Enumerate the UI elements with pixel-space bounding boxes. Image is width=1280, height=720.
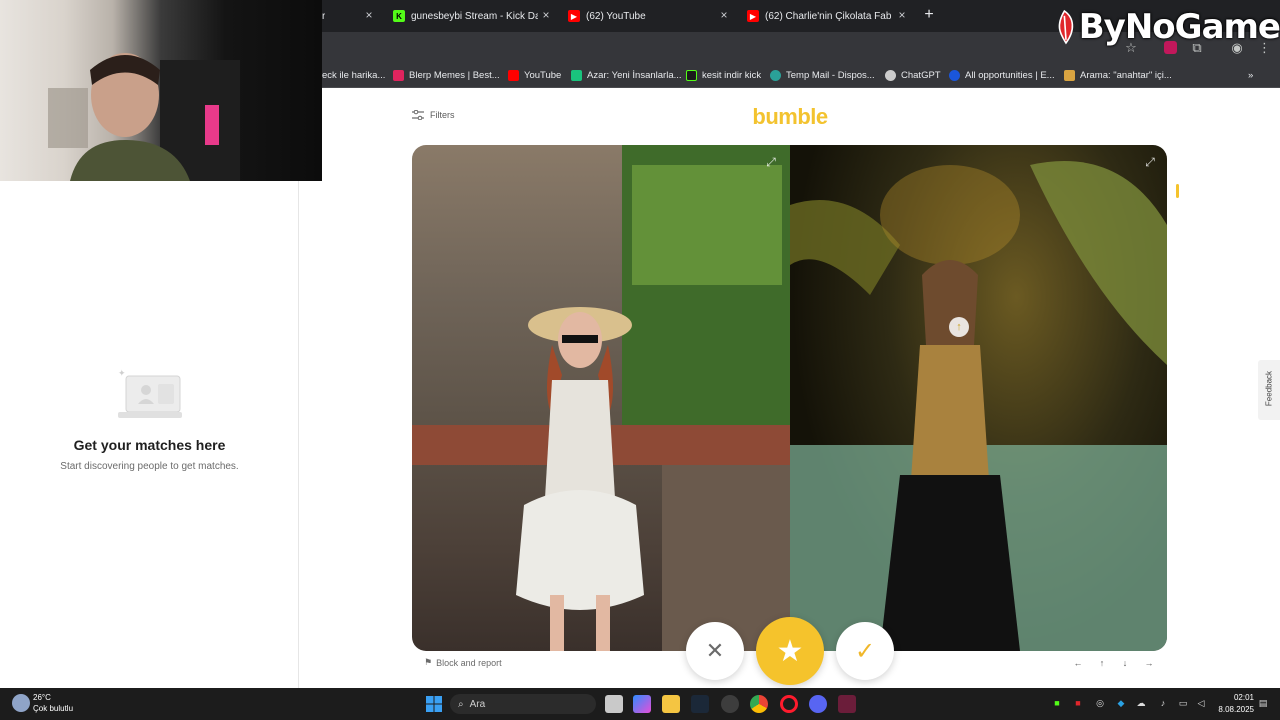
arrow-up-icon: ↑: [1099, 658, 1105, 668]
arrow-down-icon: ↓: [1122, 658, 1128, 668]
webcam-overlay: [0, 0, 322, 181]
close-icon[interactable]: ×: [718, 9, 730, 21]
task-view-icon[interactable]: [605, 695, 623, 713]
flag-icon: ⚑: [424, 657, 433, 667]
tray-icon[interactable]: ◆: [1116, 698, 1126, 708]
opera-icon[interactable]: [780, 695, 798, 713]
azar-icon: [571, 69, 582, 81]
arrow-right-icon: →: [1144, 658, 1154, 668]
matches-sidebar: [0, 181, 299, 688]
chrome-icon[interactable]: [750, 695, 768, 713]
kesit-icon: [686, 69, 697, 81]
steam-icon[interactable]: [691, 695, 709, 713]
profile-photo-1[interactable]: ⤢: [412, 145, 790, 651]
sliders-icon: [412, 110, 424, 120]
kick-icon: K: [393, 10, 405, 22]
blerp-icon: [393, 69, 404, 81]
scroll-indicator[interactable]: [1176, 184, 1179, 198]
app-icon[interactable]: [838, 695, 856, 713]
tray-icon[interactable]: ☁: [1136, 698, 1146, 708]
block-and-report-link[interactable]: ⚑ Block and report: [424, 657, 502, 668]
youtube-icon: ▶: [568, 10, 580, 22]
network-icon[interactable]: ▭: [1178, 698, 1188, 708]
tray-icon[interactable]: ■: [1073, 698, 1083, 708]
search-icon: ⌕: [458, 698, 464, 710]
bookmark-item[interactable]: Blerp Memes | Best...: [393, 67, 500, 83]
tray-icon[interactable]: ■: [1052, 698, 1062, 708]
profile-photo-2[interactable]: ⤢: [790, 145, 1167, 651]
photo-scene-right: [790, 161, 1167, 651]
bookmark-item[interactable]: Temp Mail - Dispos...: [770, 67, 875, 83]
close-icon[interactable]: ×: [363, 9, 375, 21]
svg-text:✦: ✦: [118, 368, 126, 378]
bookmark-item[interactable]: YouTube: [508, 67, 561, 83]
bynogame-logo: ByNoGame: [1050, 2, 1280, 52]
chatgpt-icon: [885, 69, 896, 81]
clock-time[interactable]: 02:01: [1222, 693, 1254, 702]
filters-button[interactable]: Filters: [412, 110, 455, 120]
close-icon[interactable]: ×: [540, 9, 552, 21]
windows-start-icon[interactable]: [425, 695, 443, 713]
search-doc-icon: [1064, 69, 1075, 81]
discord-icon[interactable]: [809, 695, 827, 713]
check-icon: ✓: [854, 637, 876, 665]
bumble-logo: bumble: [752, 104, 828, 129]
matches-empty-subtitle: Start discovering people to get matches.: [60, 461, 239, 472]
arrow-up-icon[interactable]: ↑: [949, 317, 969, 337]
expand-icon[interactable]: ⤢: [764, 155, 778, 169]
weather-icon[interactable]: [12, 694, 30, 712]
superswipe-button[interactable]: ★: [756, 617, 824, 685]
pass-button[interactable]: ✕: [686, 622, 744, 680]
youtube-icon: [508, 69, 519, 81]
feedback-tab[interactable]: Feedback: [1258, 360, 1280, 420]
clock-date[interactable]: 8.08.2025: [1206, 705, 1254, 714]
more-bookmarks-button[interactable]: »: [1248, 67, 1253, 83]
like-button[interactable]: ✓: [836, 622, 894, 680]
youtube-icon: ▶: [747, 10, 759, 22]
temp-mail-icon: [770, 69, 781, 81]
laptop-illustration-icon: ✦: [118, 368, 182, 418]
bookmark-item[interactable]: Azar: Yeni İnsanlarla...: [571, 67, 682, 83]
bookmark-item[interactable]: Arama: "anahtar" içi...: [1064, 67, 1172, 83]
bookmark-item[interactable]: ChatGPT: [885, 67, 941, 83]
streamer-silhouette: [48, 53, 240, 181]
bookmark-item[interactable]: All opportunities | E...: [949, 67, 1055, 83]
photo-scene-left: [412, 145, 790, 651]
tab-charlie-video[interactable]: ▶ (62) Charlie'nin Çikolata Fabrika: [747, 4, 892, 28]
tab-kick-dashboard[interactable]: K gunesbeybi Stream - Kick Dashb: [393, 4, 538, 28]
tab-youtube[interactable]: ▶ (62) YouTube: [568, 4, 718, 28]
taskbar-search[interactable]: ⌕ Ara: [450, 694, 596, 714]
volume-icon[interactable]: ◁: [1196, 698, 1206, 708]
new-tab-button[interactable]: +: [920, 6, 938, 24]
bookmark-item[interactable]: kesit indir kick: [686, 67, 761, 83]
matches-empty-title: Get your matches here: [73, 437, 226, 453]
arrow-left-icon: ←: [1073, 658, 1083, 668]
close-icon: ✕: [705, 638, 725, 663]
expand-icon[interactable]: ⤢: [1143, 155, 1157, 169]
file-explorer-icon[interactable]: [662, 695, 680, 713]
close-icon[interactable]: ×: [896, 9, 908, 21]
opportunities-icon: [949, 69, 960, 81]
copilot-icon[interactable]: [633, 695, 651, 713]
notification-icon[interactable]: ▤: [1258, 698, 1268, 708]
tab-partial[interactable]: r: [322, 4, 362, 28]
bookmark-item[interactable]: eck ile harika...: [322, 67, 385, 83]
weather-description[interactable]: Çok bulutlu: [33, 704, 73, 713]
star-icon: ★: [776, 634, 804, 668]
quill-icon: [1058, 9, 1074, 45]
weather-temperature[interactable]: 26°C: [33, 693, 51, 702]
app-icon[interactable]: [721, 695, 739, 713]
tray-icon[interactable]: ◎: [1095, 698, 1105, 708]
microphone-icon[interactable]: ♪: [1158, 698, 1168, 708]
